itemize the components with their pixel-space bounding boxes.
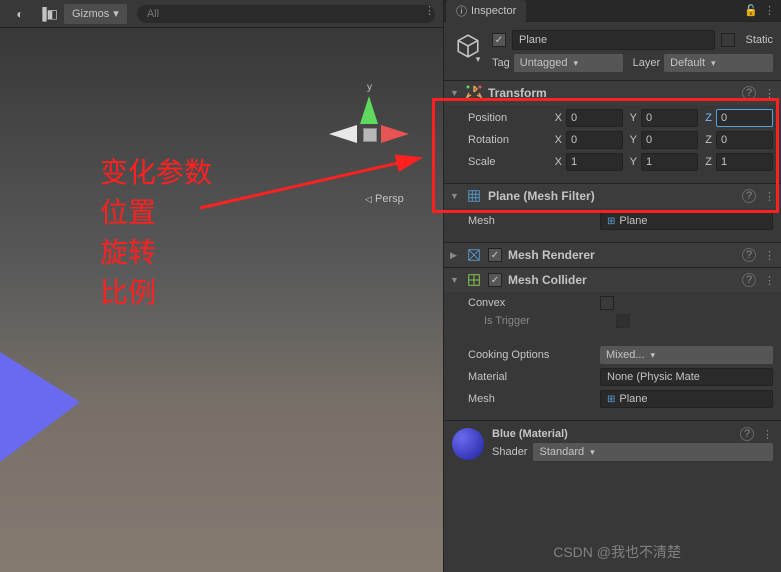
scene-toolbar: ◐ ▐◧ Gizmos▾ (0, 0, 443, 28)
shader-dropdown[interactable]: Standard (533, 443, 773, 461)
scale-x-input[interactable] (566, 153, 623, 171)
mesh-filter-header[interactable]: ▼ Plane (Mesh Filter) ? ⋮ (444, 184, 781, 208)
collider-enabled-checkbox[interactable]: ✓ (488, 273, 502, 287)
foldout-icon[interactable]: ▼ (450, 275, 460, 285)
mesh-filter-component: ▼ Plane (Mesh Filter) ? ⋮ Mesh ⊞Plane (444, 183, 781, 242)
inspector-tab[interactable]: ⓘ Inspector (446, 0, 526, 22)
help-icon[interactable]: ? (742, 189, 756, 203)
foldout-icon[interactable]: ▼ (450, 88, 460, 98)
component-menu-icon[interactable]: ⋮ (764, 274, 775, 287)
static-checkbox[interactable] (721, 33, 735, 47)
trigger-label: Is Trigger (484, 315, 614, 327)
component-menu-icon[interactable]: ⋮ (764, 190, 775, 203)
orientation-gizmo[interactable]: y (323, 88, 413, 178)
rotation-label: Rotation (468, 134, 548, 146)
collider-mesh-field[interactable]: ⊞Plane (600, 390, 773, 408)
mesh-renderer-title: Mesh Renderer (508, 248, 736, 262)
scale-label: Scale (468, 156, 548, 168)
panel-menu-icon[interactable]: ⋮ (424, 4, 435, 17)
foldout-icon[interactable]: ▶ (450, 250, 460, 261)
lock-icon[interactable]: 🔓 (744, 4, 758, 17)
shaded-icon[interactable]: ◐ (8, 5, 32, 23)
help-icon[interactable]: ? (742, 248, 756, 262)
layer-label: Layer (633, 57, 661, 69)
tag-label: Tag (492, 57, 510, 69)
inspector-tab-bar: ⓘ Inspector 🔓 ⋮ (444, 0, 781, 22)
convex-checkbox[interactable] (600, 296, 614, 310)
gizmo-x-cone[interactable] (381, 125, 409, 143)
info-icon: ⓘ (456, 3, 467, 19)
mesh-renderer-icon (466, 247, 482, 263)
scene-viewport[interactable]: y ◁ Persp 变化参数 位置 旋转 比例 (0, 28, 443, 572)
material-title: Blue (Material) (492, 428, 734, 440)
annotation-text: 变化参数 位置 旋转 比例 (100, 153, 212, 313)
position-label: Position (468, 112, 548, 124)
scale-y-input[interactable] (641, 153, 698, 171)
position-x-input[interactable] (566, 109, 623, 127)
collider-mesh-label: Mesh (468, 393, 598, 405)
mesh-collider-header[interactable]: ▼ ✓ Mesh Collider ? ⋮ (444, 268, 781, 292)
foldout-icon[interactable]: ▼ (450, 191, 460, 201)
gameobject-icon[interactable]: ▾ (452, 30, 484, 62)
component-menu-icon[interactable]: ⋮ (764, 87, 775, 100)
gizmo-center[interactable] (363, 128, 377, 142)
static-label: Static (745, 34, 773, 46)
active-checkbox[interactable]: ✓ (492, 33, 506, 47)
gizmo-y-label: y (367, 82, 372, 93)
tag-dropdown[interactable]: Untagged (514, 54, 623, 72)
camera-icon[interactable]: ▐◧ (36, 5, 60, 23)
material-component: Blue (Material) ? ⋮ Shader Standard (444, 420, 781, 467)
mesh-collider-component: ▼ ✓ Mesh Collider ? ⋮ Convex Is Trigger … (444, 267, 781, 420)
cooking-label: Cooking Options (468, 349, 598, 361)
object-header: ▾ ✓ Static Tag Untagged Layer Default (444, 22, 781, 80)
panel-menu-icon[interactable]: ⋮ (764, 4, 775, 17)
scene-search[interactable] (137, 4, 435, 23)
gizmos-dropdown[interactable]: Gizmos▾ (64, 4, 127, 24)
help-icon[interactable]: ? (740, 427, 754, 441)
component-menu-icon[interactable]: ⋮ (764, 249, 775, 262)
component-menu-icon[interactable]: ⋮ (762, 428, 773, 441)
rotation-z-input[interactable] (716, 131, 773, 149)
scale-z-input[interactable] (716, 153, 773, 171)
perspective-label: ◁ Persp (365, 193, 404, 205)
mesh-collider-title: Mesh Collider (508, 273, 736, 287)
help-icon[interactable]: ? (742, 86, 756, 100)
transform-title: Transform (488, 86, 736, 100)
help-icon[interactable]: ? (742, 273, 756, 287)
mesh-filter-icon (466, 188, 482, 204)
transform-icon (466, 85, 482, 101)
scene-search-input[interactable] (137, 5, 435, 23)
layer-dropdown[interactable]: Default (664, 54, 773, 72)
mesh-asset-icon: ⊞ (607, 394, 615, 405)
mesh-asset-icon: ⊞ (607, 216, 615, 227)
material-preview-sphere[interactable] (452, 428, 484, 460)
position-y-input[interactable] (641, 109, 698, 127)
inspector-panel: ⓘ Inspector 🔓 ⋮ ▾ ✓ Static Tag Untagged … (443, 0, 781, 572)
transform-component: ▼ Transform ? ⋮ Position X Y Z Rotation … (444, 80, 781, 183)
trigger-checkbox (616, 314, 630, 328)
material-label: Material (468, 371, 598, 383)
gizmo-y-cone[interactable] (360, 96, 378, 124)
plane-object[interactable] (0, 352, 80, 462)
watermark: CSDN @我也不清楚 (553, 542, 681, 562)
gizmo-z-cone[interactable] (329, 125, 357, 143)
mesh-renderer-header[interactable]: ▶ ✓ Mesh Renderer ? ⋮ (444, 243, 781, 267)
rotation-x-input[interactable] (566, 131, 623, 149)
mesh-field[interactable]: ⊞Plane (600, 212, 773, 230)
object-name-input[interactable] (512, 30, 715, 50)
mesh-label: Mesh (468, 215, 598, 227)
rotation-y-input[interactable] (641, 131, 698, 149)
convex-label: Convex (468, 297, 598, 309)
position-z-input[interactable] (716, 109, 773, 127)
mesh-renderer-component: ▶ ✓ Mesh Renderer ? ⋮ (444, 242, 781, 267)
scene-panel: ⋮ ◐ ▐◧ Gizmos▾ y ◁ Persp 变化参数 位置 旋转 比例 (0, 0, 443, 572)
transform-header[interactable]: ▼ Transform ? ⋮ (444, 81, 781, 105)
cooking-dropdown[interactable]: Mixed... (600, 346, 773, 364)
renderer-enabled-checkbox[interactable]: ✓ (488, 248, 502, 262)
shader-label: Shader (492, 446, 527, 458)
physic-material-field[interactable]: None (Physic Mate (600, 368, 773, 386)
mesh-filter-title: Plane (Mesh Filter) (488, 189, 736, 203)
mesh-collider-icon (466, 272, 482, 288)
